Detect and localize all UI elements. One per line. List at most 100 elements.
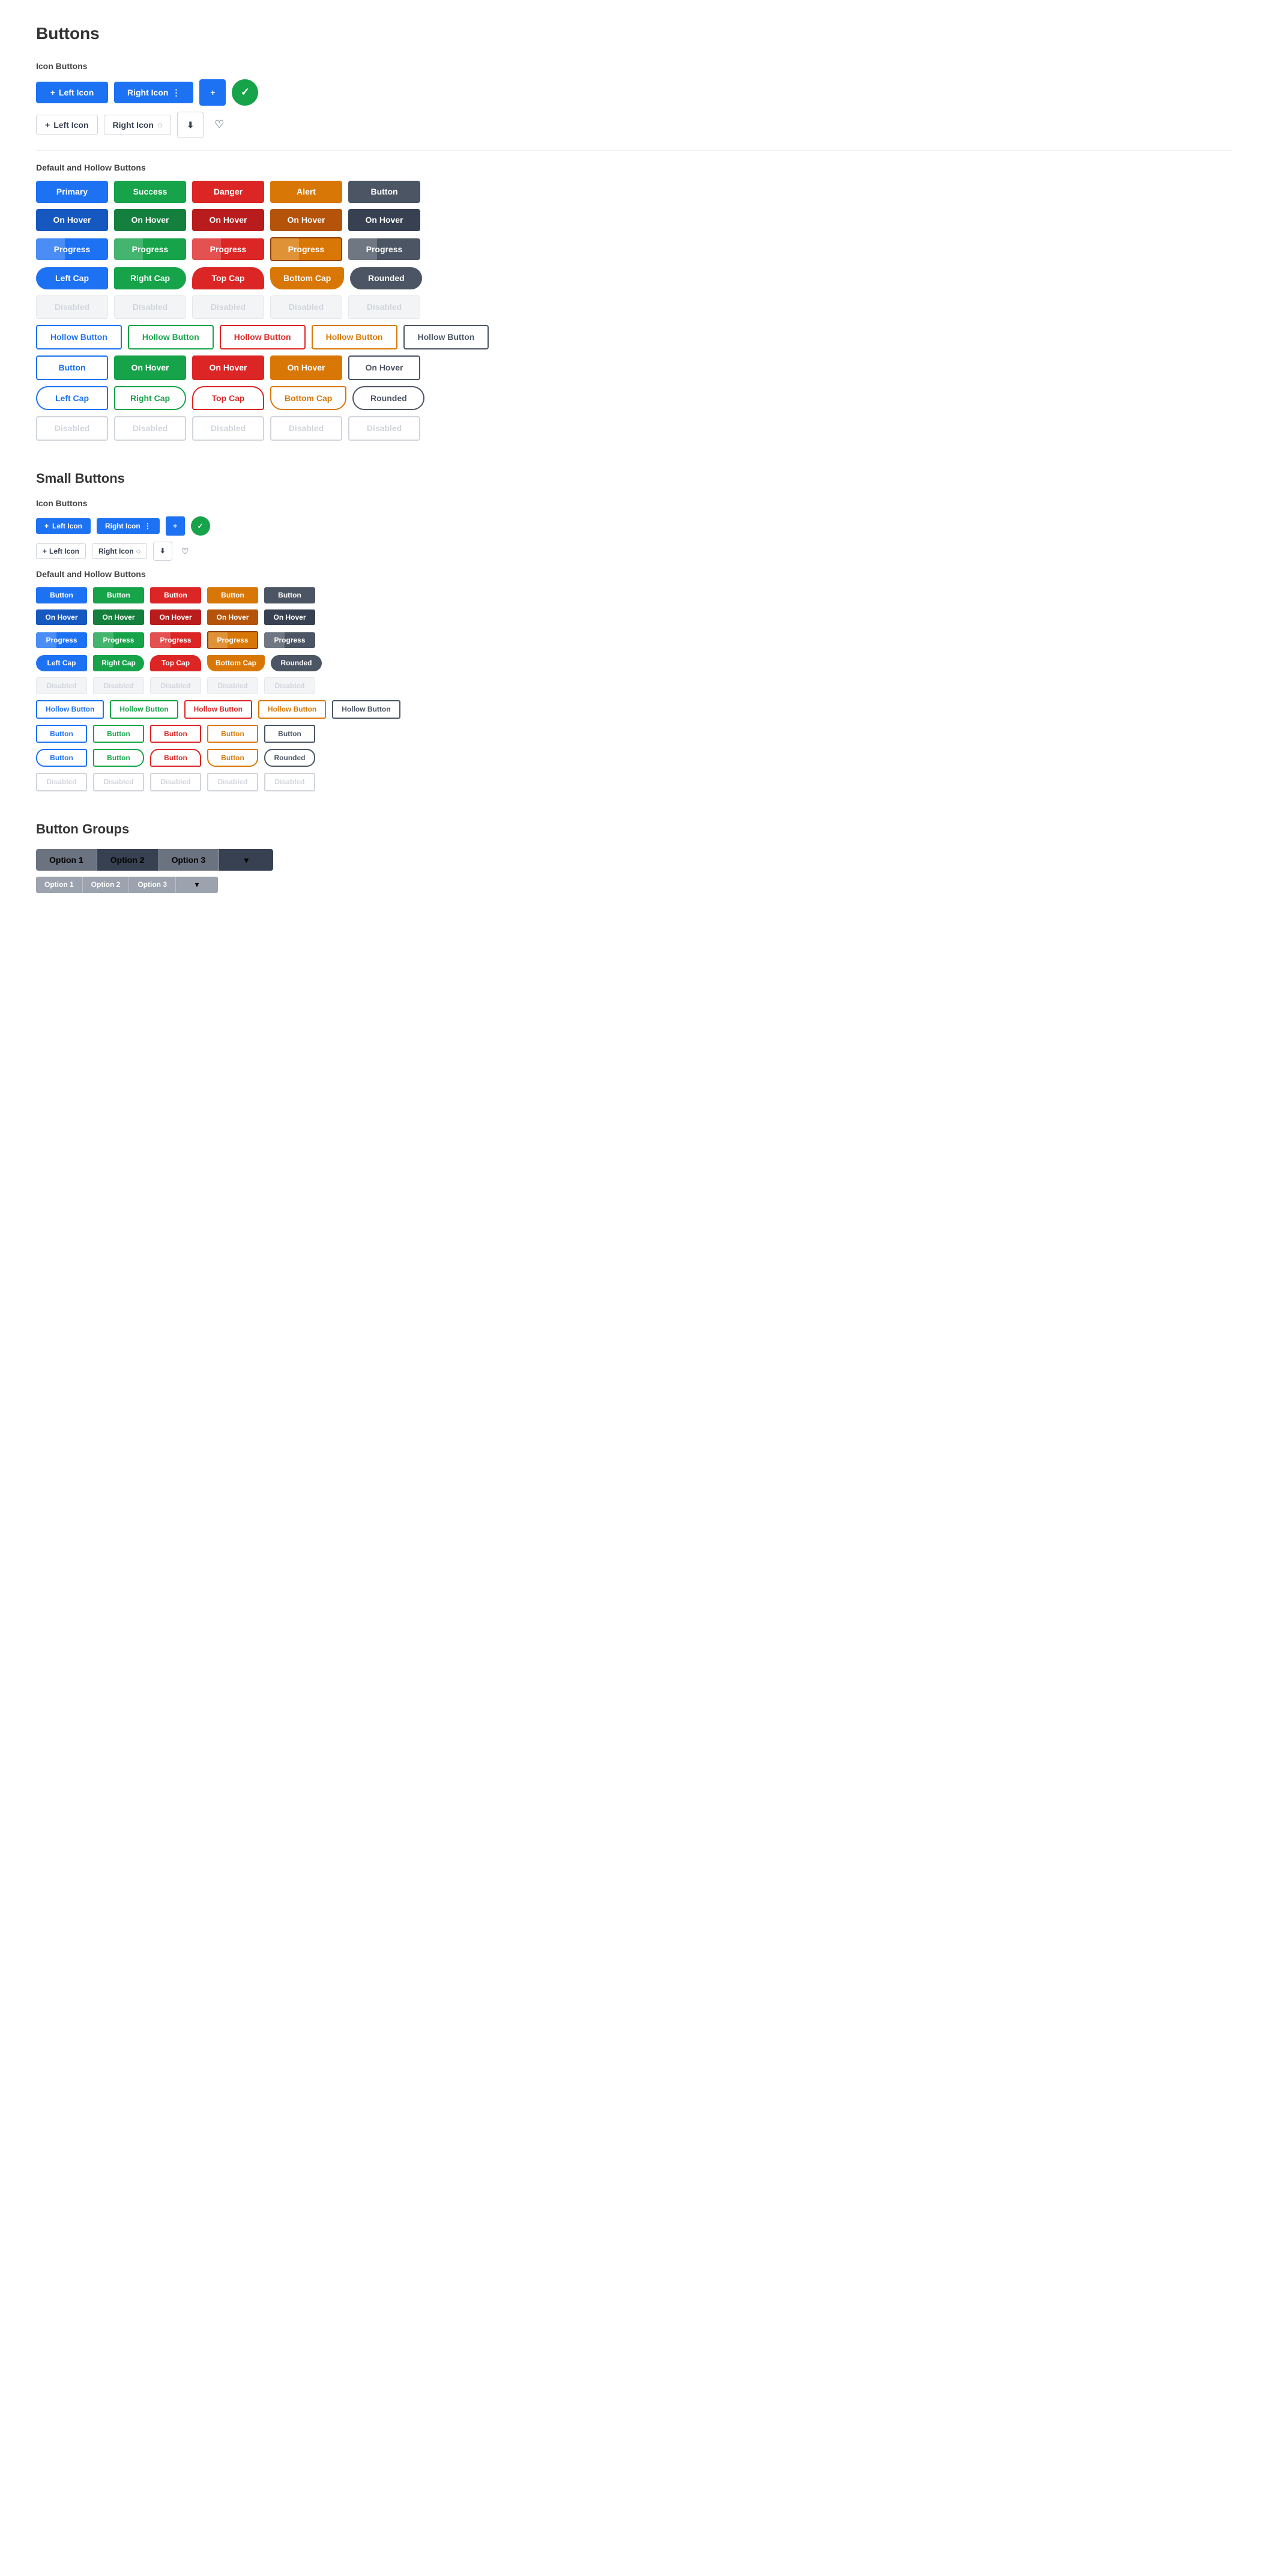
hollow-right-cap-btn[interactable]: Right Cap — [114, 386, 186, 411]
sm-progress-alert[interactable]: Progress — [207, 631, 258, 649]
sm-left-icon-btn[interactable]: + Left Icon — [36, 518, 91, 534]
hollow-left-cap-btn[interactable]: Left Cap — [36, 386, 108, 411]
right-icon-btn-primary[interactable]: Right Icon ⋮ — [114, 82, 193, 104]
outline-danger-hover-btn[interactable]: On Hover — [192, 355, 264, 380]
check-icon-btn[interactable]: ✓ — [232, 79, 258, 106]
icon-buttons-heading: Icon Buttons — [36, 61, 1232, 71]
sm-hollow-bottom-cap[interactable]: Button — [207, 749, 258, 767]
hollow-danger-btn[interactable]: Hollow Button — [220, 325, 306, 349]
caps-row: Left Cap Right Cap Top Cap Bottom Cap Ro… — [36, 267, 1232, 289]
sm-hover-alert[interactable]: On Hover — [207, 609, 258, 625]
sm-download-icon-btn[interactable]: ⬇ — [153, 542, 172, 561]
sm-hollow-danger[interactable]: Hollow Button — [184, 700, 252, 718]
sm-hollow-right-cap[interactable]: Button — [93, 749, 144, 767]
left-icon-btn-primary[interactable]: + Left Icon — [36, 82, 108, 104]
group-dropdown-btn[interactable]: ▾ — [219, 849, 273, 871]
outline-success-hover-btn[interactable]: On Hover — [114, 355, 186, 380]
group-option-1[interactable]: Option 1 — [36, 849, 97, 871]
heart-icon-btn[interactable]: ♡ — [210, 113, 229, 136]
progress-dark-btn[interactable]: Progress — [348, 238, 420, 261]
rounded-btn[interactable]: Rounded — [350, 267, 422, 289]
left-cap-btn[interactable]: Left Cap — [36, 267, 108, 289]
sm-left-cap-btn[interactable]: Left Cap — [36, 655, 87, 671]
sm-outline-dark[interactable]: Button — [264, 725, 315, 743]
top-cap-btn[interactable]: Top Cap — [192, 267, 264, 289]
hollow-primary-btn[interactable]: Hollow Button — [36, 325, 122, 349]
sm-left-icon-outline-btn[interactable]: + Left Icon — [36, 543, 86, 559]
success-btn[interactable]: Success — [114, 181, 186, 203]
sm-hover-danger[interactable]: On Hover — [150, 609, 201, 625]
outline-alert-hover-btn[interactable]: On Hover — [270, 355, 342, 380]
sm-right-icon-btn[interactable]: Right Icon ⋮ — [97, 518, 160, 534]
sm-hollow-disabled-2: Disabled — [93, 773, 144, 791]
sm-right-icon-outline-btn[interactable]: Right Icon ◌ — [92, 543, 147, 559]
sm-group-option-3[interactable]: Option 3 — [129, 877, 176, 892]
hover-success-btn[interactable]: On Hover — [114, 209, 186, 231]
sm-bottom-cap-btn[interactable]: Bottom Cap — [207, 655, 265, 671]
hollow-bottom-cap-btn[interactable]: Bottom Cap — [270, 386, 346, 411]
sm-check-icon-btn[interactable]: ✓ — [191, 516, 210, 536]
group-option-2[interactable]: Option 2 — [97, 849, 158, 871]
sm-outline-alert[interactable]: Button — [207, 725, 258, 743]
sm-hover-success[interactable]: On Hover — [93, 609, 144, 625]
sm-hollow-dark[interactable]: Hollow Button — [332, 700, 400, 718]
sm-plus-icon-btn[interactable]: + — [166, 516, 185, 536]
sm-progress-dark[interactable]: Progress — [264, 632, 315, 648]
progress-primary-btn[interactable]: Progress — [36, 238, 108, 261]
sm-hollow-rounded[interactable]: Rounded — [264, 749, 315, 767]
outline-primary-btn[interactable]: Button — [36, 355, 108, 380]
sm-progress-row: Progress Progress Progress Progress Prog… — [36, 631, 1232, 649]
hollow-alert-btn[interactable]: Hollow Button — [312, 325, 397, 349]
right-icon-btn-outline[interactable]: Right Icon ◌ — [104, 115, 172, 136]
sm-group-option-2[interactable]: Option 2 — [83, 877, 130, 892]
outline-dark-btn[interactable]: On Hover — [348, 355, 420, 380]
sm-outline-success[interactable]: Button — [93, 725, 144, 743]
left-icon-btn-outline[interactable]: + Left Icon — [36, 115, 98, 136]
alert-btn[interactable]: Alert — [270, 181, 342, 203]
sm-right-cap-btn[interactable]: Right Cap — [93, 655, 144, 671]
sm-hollow-primary[interactable]: Hollow Button — [36, 700, 104, 718]
sm-group-dropdown-btn[interactable]: ▾ — [176, 877, 218, 892]
plus-icon-btn[interactable]: + — [199, 79, 226, 106]
sm-danger-btn[interactable]: Button — [150, 587, 201, 603]
sm-alert-btn[interactable]: Button — [207, 587, 258, 603]
right-cap-btn[interactable]: Right Cap — [114, 267, 186, 289]
sm-outline-danger[interactable]: Button — [150, 725, 201, 743]
sm-rounded-btn[interactable]: Rounded — [271, 655, 322, 671]
sm-top-cap-btn[interactable]: Top Cap — [150, 655, 201, 671]
sm-hollow-top-cap[interactable]: Button — [150, 749, 201, 767]
sm-success-btn[interactable]: Button — [93, 587, 144, 603]
group-option-3[interactable]: Option 3 — [158, 849, 220, 871]
sm-group-option-1[interactable]: Option 1 — [36, 877, 83, 892]
hollow-success-btn[interactable]: Hollow Button — [128, 325, 214, 349]
sm-progress-success[interactable]: Progress — [93, 632, 144, 648]
sm-button-btn[interactable]: Button — [264, 587, 315, 603]
sm-primary-btn[interactable]: Button — [36, 587, 87, 603]
progress-row: Progress Progress Progress Progress Prog… — [36, 237, 1232, 262]
progress-success-btn[interactable]: Progress — [114, 238, 186, 261]
bottom-cap-btn[interactable]: Bottom Cap — [270, 267, 344, 289]
hover-primary-btn[interactable]: On Hover — [36, 209, 108, 231]
hover-dark-btn[interactable]: On Hover — [348, 209, 420, 231]
sm-outline-primary[interactable]: Button — [36, 725, 87, 743]
sm-hollow-alert[interactable]: Hollow Button — [258, 700, 326, 718]
sm-hollow-left-cap[interactable]: Button — [36, 749, 87, 767]
hollow-dark-btn[interactable]: Hollow Button — [403, 325, 489, 349]
primary-btn[interactable]: Primary — [36, 181, 108, 203]
sm-hover-dark[interactable]: On Hover — [264, 609, 315, 625]
progress-alert-btn[interactable]: Progress — [270, 237, 342, 262]
hollow-top-cap-btn[interactable]: Top Cap — [192, 386, 264, 411]
hover-alert-btn[interactable]: On Hover — [270, 209, 342, 231]
sm-hover-primary[interactable]: On Hover — [36, 609, 87, 625]
sm-hollow-success[interactable]: Hollow Button — [110, 700, 178, 718]
button-btn[interactable]: Button — [348, 181, 420, 203]
sm-heart-icon-btn[interactable]: ♡ — [178, 543, 192, 560]
hollow-rounded-btn[interactable]: Rounded — [352, 386, 424, 411]
progress-danger-btn[interactable]: Progress — [192, 238, 264, 261]
sm-progress-danger[interactable]: Progress — [150, 632, 201, 648]
hover-danger-btn[interactable]: On Hover — [192, 209, 264, 231]
sm-disabled-4: Disabled — [207, 677, 258, 694]
danger-btn[interactable]: Danger — [192, 181, 264, 203]
sm-progress-primary[interactable]: Progress — [36, 632, 87, 648]
download-icon-btn[interactable]: ⬇ — [177, 112, 204, 138]
